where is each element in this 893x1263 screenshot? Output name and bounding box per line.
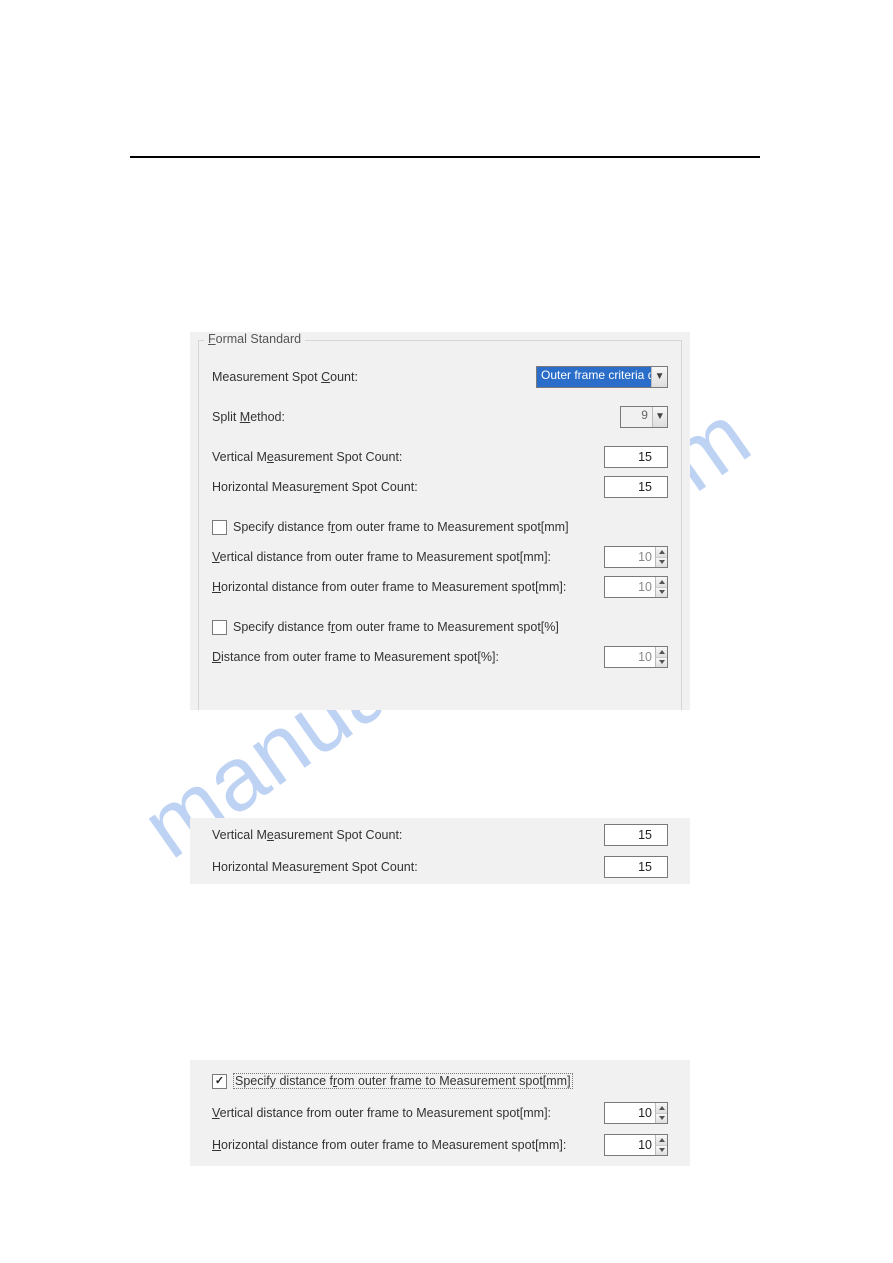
split-method-value: 9 xyxy=(621,407,652,427)
horizontal-count-label: Horizontal Measurement Spot Count: xyxy=(212,860,418,874)
horizontal-distance-mm-label: Horizontal distance from outer frame to … xyxy=(212,580,566,594)
horizontal-distance-mm-value[interactable] xyxy=(605,577,655,597)
vertical-distance-mm-value[interactable] xyxy=(605,547,655,567)
distance-pct-label: Distance from outer frame to Measurement… xyxy=(212,650,499,664)
dropdown-icon: ▼ xyxy=(652,407,667,427)
measurement-spot-count-value: Outer frame criteria d xyxy=(537,367,651,387)
horizontal-count-value[interactable] xyxy=(605,857,655,877)
horizontal-count-input[interactable] xyxy=(604,476,668,498)
specify-distance-pct-label: Specify distance from outer frame to Mea… xyxy=(233,620,559,634)
spinner-icon[interactable] xyxy=(655,1103,667,1123)
vertical-distance-mm-input[interactable] xyxy=(604,1102,668,1124)
split-method-label: Split Method: xyxy=(212,410,285,424)
vertical-count-label: Vertical Measurement Spot Count: xyxy=(212,828,402,842)
specify-distance-mm-checkbox[interactable]: Specify distance from outer frame to Mea… xyxy=(212,520,569,535)
specify-distance-mm-checkbox[interactable]: Specify distance from outer frame to Mea… xyxy=(212,1073,573,1089)
distance-mm-panel: Specify distance from outer frame to Mea… xyxy=(190,1060,690,1166)
vertical-count-value[interactable] xyxy=(605,825,655,845)
spinner-icon[interactable] xyxy=(655,647,667,667)
spinner-icon[interactable] xyxy=(655,577,667,597)
vertical-distance-mm-label: Vertical distance from outer frame to Me… xyxy=(212,1106,551,1120)
spinner-icon[interactable] xyxy=(655,1135,667,1155)
horizontal-distance-mm-value[interactable] xyxy=(605,1135,655,1155)
vertical-distance-mm-label: Vertical distance from outer frame to Me… xyxy=(212,550,551,564)
specify-distance-pct-checkbox[interactable]: Specify distance from outer frame to Mea… xyxy=(212,620,559,635)
horizontal-count-input[interactable] xyxy=(604,856,668,878)
specify-distance-mm-label: Specify distance from outer frame to Mea… xyxy=(233,520,569,534)
horizontal-count-label: Horizontal Measurement Spot Count: xyxy=(212,480,418,494)
specify-distance-mm-label: Specify distance from outer frame to Mea… xyxy=(233,1073,573,1089)
vertical-distance-mm-input[interactable] xyxy=(604,546,668,568)
horizontal-rule xyxy=(130,156,760,158)
group-box-legend: Formal Standard xyxy=(204,332,305,346)
vertical-distance-mm-value[interactable] xyxy=(605,1103,655,1123)
horizontal-distance-mm-input[interactable] xyxy=(604,576,668,598)
split-method-combo[interactable]: 9 ▼ xyxy=(620,406,668,428)
horizontal-distance-mm-label: Horizontal distance from outer frame to … xyxy=(212,1138,566,1152)
distance-pct-input[interactable] xyxy=(604,646,668,668)
measurement-spot-count-combo[interactable]: Outer frame criteria d ▼ xyxy=(536,366,668,388)
spinner-icon[interactable] xyxy=(655,547,667,567)
checkbox-box xyxy=(212,620,227,635)
vertical-count-value[interactable] xyxy=(605,447,655,467)
vertical-count-input[interactable] xyxy=(604,824,668,846)
formal-standard-group: Formal Standard Measurement Spot Count: … xyxy=(190,332,690,710)
dropdown-icon: ▼ xyxy=(651,367,667,387)
horizontal-count-value[interactable] xyxy=(605,477,655,497)
checkbox-box xyxy=(212,520,227,535)
horizontal-distance-mm-input[interactable] xyxy=(604,1134,668,1156)
vertical-count-input[interactable] xyxy=(604,446,668,468)
checkbox-box xyxy=(212,1074,227,1089)
count-panel: Vertical Measurement Spot Count: Horizon… xyxy=(190,818,690,884)
measurement-spot-count-label: Measurement Spot Count: xyxy=(212,370,358,384)
distance-pct-value[interactable] xyxy=(605,647,655,667)
vertical-count-label: Vertical Measurement Spot Count: xyxy=(212,450,402,464)
